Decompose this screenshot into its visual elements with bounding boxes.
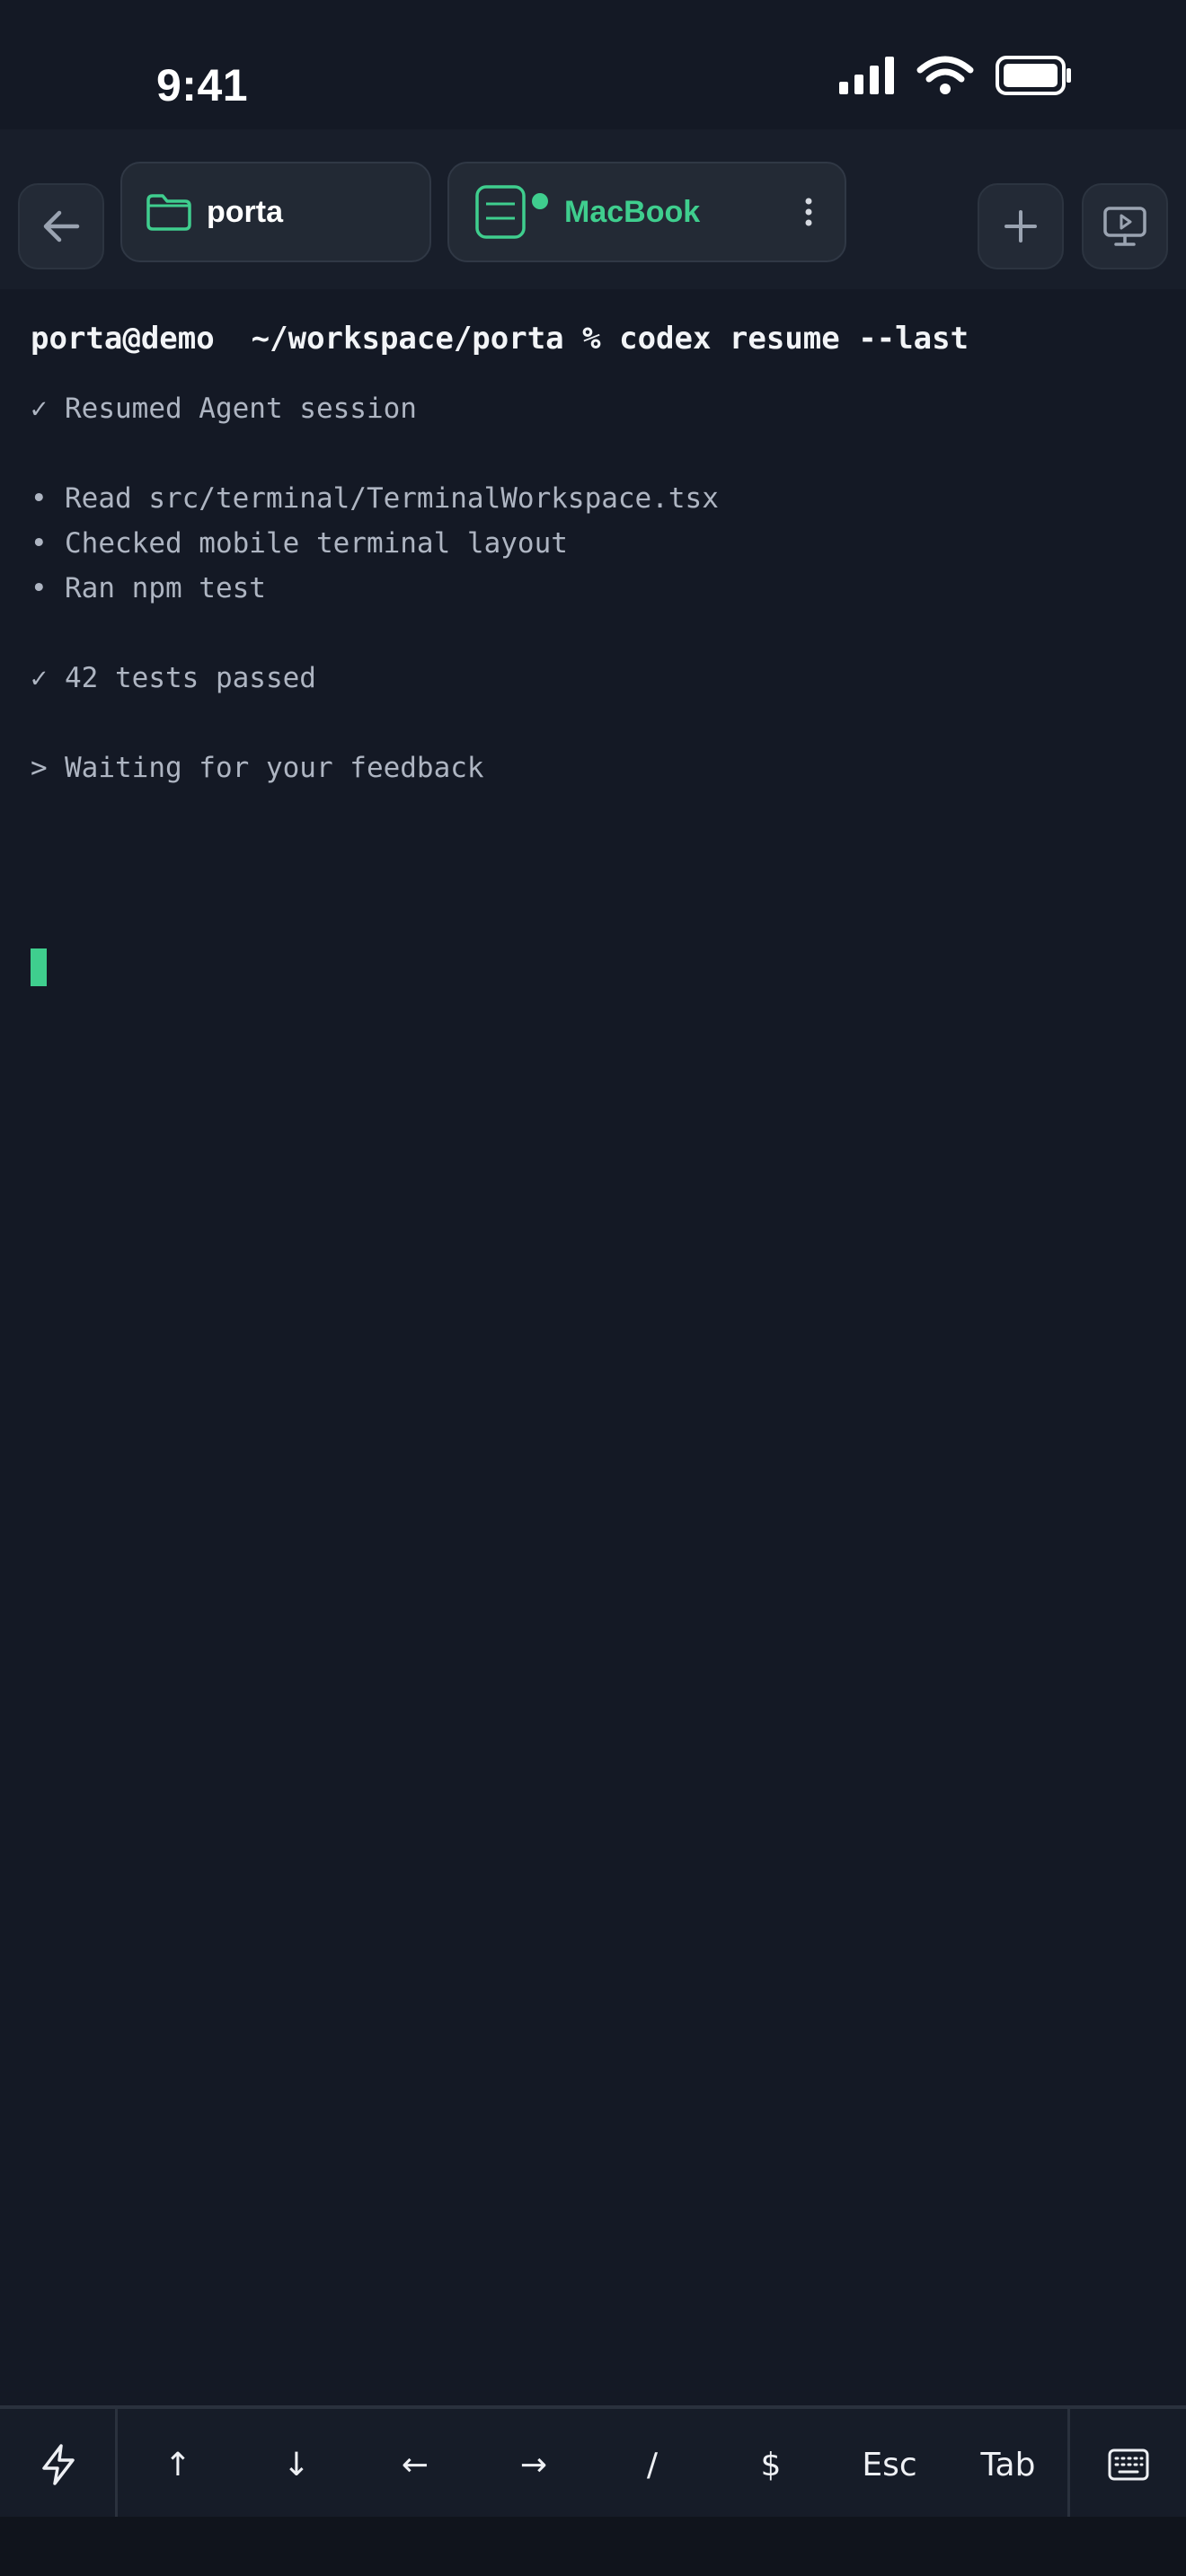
key-divider <box>115 2409 118 2520</box>
arrow-left-icon <box>43 210 80 243</box>
output-line: • Ran npm test <box>31 566 1155 611</box>
prompt-command: codex resume --last <box>619 321 969 357</box>
screen-play-icon <box>1103 207 1146 246</box>
remote-screen-button[interactable] <box>1082 183 1168 269</box>
dollar-key[interactable]: $ <box>712 2409 830 2520</box>
quick-actions-button[interactable] <box>0 2409 117 2520</box>
cellular-signal-icon <box>839 57 894 94</box>
output-line: > Waiting for your feedback <box>31 745 1155 790</box>
arrow-down-key[interactable]: ↓ <box>237 2409 356 2520</box>
back-button[interactable] <box>18 183 104 269</box>
check-icon: ✓ <box>31 662 48 694</box>
tab-key[interactable]: Tab <box>949 2409 1067 2520</box>
tab-macbook-label: MacBook <box>564 194 701 229</box>
status-time: 9:41 <box>156 60 249 110</box>
battery-icon <box>996 56 1071 95</box>
arrow-left-key[interactable]: ← <box>356 2409 474 2520</box>
prompt-path: ~/workspace/porta <box>251 321 564 357</box>
tab-strip: porta MacBook <box>0 129 1186 289</box>
bullet-icon: • <box>31 527 48 560</box>
bullet-icon: • <box>31 482 48 515</box>
output-line: • Checked mobile terminal layout <box>31 521 1155 566</box>
arrow-right-key[interactable]: → <box>474 2409 593 2520</box>
chevron-right-icon: > <box>31 752 48 784</box>
bullet-icon: • <box>31 572 48 604</box>
new-tab-button[interactable] <box>978 183 1064 269</box>
status-bar: 9:41 <box>0 0 1186 129</box>
output-line: • Read src/terminal/TerminalWorkspace.tsx <box>31 476 1155 521</box>
prompt-user: porta@demo <box>31 321 215 357</box>
prompt-line: porta@demo ~/workspace/porta % codex res… <box>31 316 1155 361</box>
tab-porta-label: porta <box>207 194 283 229</box>
terminal-output[interactable]: porta@demo ~/workspace/porta % codex res… <box>31 316 1155 790</box>
lightning-icon <box>42 2444 75 2485</box>
key-divider <box>1067 2409 1070 2520</box>
output-line: ✓ Resumed Agent session <box>31 386 1155 431</box>
online-status-dot <box>532 193 548 209</box>
terminal-cursor <box>31 948 47 986</box>
keyboard-icon <box>1108 2448 1149 2481</box>
more-vertical-icon[interactable] <box>803 197 814 227</box>
toggle-keyboard-button[interactable] <box>1071 2409 1186 2520</box>
home-indicator-area <box>0 2517 1186 2576</box>
slash-key[interactable]: / <box>593 2409 712 2520</box>
check-icon: ✓ <box>31 393 48 425</box>
key-accessory-bar: ↑ ↓ ← → / $ Esc Tab <box>0 2405 1186 2520</box>
prompt-symbol: % <box>582 321 601 357</box>
arrow-up-key[interactable]: ↑ <box>119 2409 237 2520</box>
plus-icon <box>1005 210 1037 243</box>
status-icons <box>839 56 1073 95</box>
tab-macbook[interactable]: MacBook <box>447 162 846 262</box>
tab-porta[interactable]: porta <box>120 162 431 262</box>
esc-key[interactable]: Esc <box>830 2409 949 2520</box>
folder-icon <box>146 194 191 231</box>
wifi-icon <box>916 56 974 94</box>
output-line: ✓ 42 tests passed <box>31 656 1155 701</box>
terminal-window-icon <box>475 185 526 239</box>
